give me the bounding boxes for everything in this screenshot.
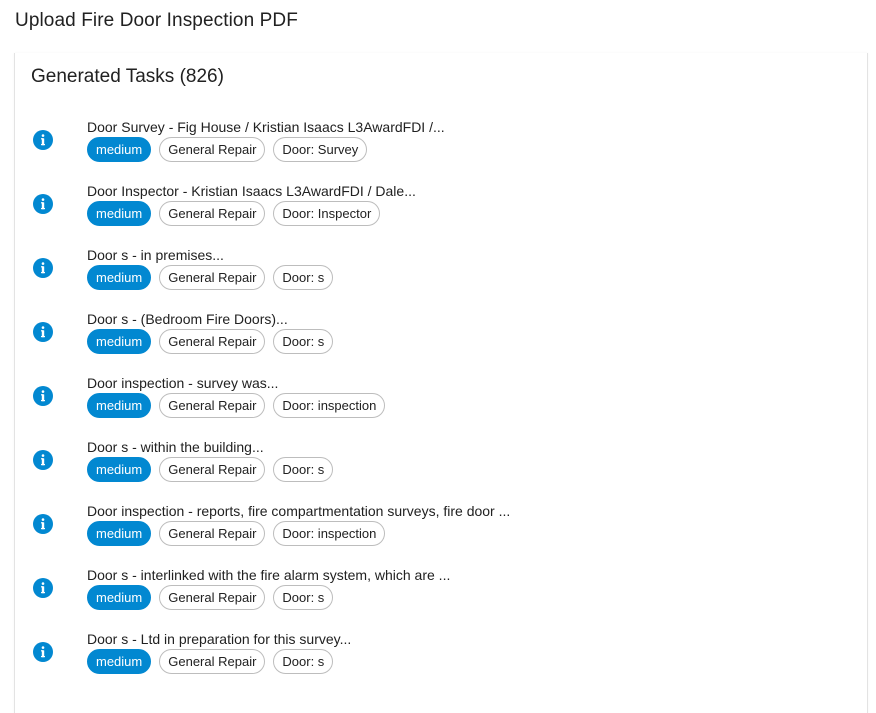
category-chip: General Repair <box>159 649 266 674</box>
priority-chip: medium <box>87 585 152 610</box>
category-chip: General Repair <box>159 137 266 162</box>
task-title: Door inspection - reports, fire compartm… <box>87 503 511 519</box>
door-chip: Door: s <box>273 585 334 610</box>
task-list: Door Survey - Fig House / Kristian Isaac… <box>15 111 867 687</box>
page-header: Upload Fire Door Inspection PDF <box>0 0 876 44</box>
card-title: Generated Tasks (826) <box>31 66 224 87</box>
priority-chip: medium <box>87 457 152 482</box>
task-chips: medium General Repair Door: s <box>87 457 334 482</box>
task-chips: medium General Repair Door: s <box>87 649 334 674</box>
task-list-item[interactable]: Door inspection - reports, fire compartm… <box>15 495 867 559</box>
task-chips: medium General Repair Door: Survey <box>87 137 368 162</box>
task-list-item[interactable]: Door s - (Bedroom Fire Doors)... medium Ge… <box>15 303 867 367</box>
info-icon[interactable] <box>33 578 53 598</box>
category-chip: General Repair <box>159 585 266 610</box>
category-chip: General Repair <box>159 393 266 418</box>
info-icon[interactable] <box>33 450 53 470</box>
task-title: Door s - interlinked with the fire alarm… <box>87 567 451 583</box>
task-list-item[interactable]: Door inspection - survey was... medium Gen… <box>15 367 867 431</box>
task-list-item[interactable]: Door Inspector - Kristian Isaacs L3Award… <box>15 175 867 239</box>
task-title: Door s - (Bedroom Fire Doors)... <box>87 311 288 327</box>
door-chip: Door: inspection <box>273 521 386 546</box>
task-chips: medium General Repair Door: inspection <box>87 521 386 546</box>
task-chips: medium General Repair Door: Inspector <box>87 201 381 226</box>
info-icon[interactable] <box>33 194 53 214</box>
info-icon[interactable] <box>33 130 53 150</box>
category-chip: General Repair <box>159 201 266 226</box>
task-list-item[interactable]: Door Survey - Fig House / Kristian Isaac… <box>15 111 867 175</box>
task-chips: medium General Repair Door: s <box>87 265 334 290</box>
door-chip: Door: s <box>273 265 334 290</box>
door-chip: Door: inspection <box>273 393 386 418</box>
door-chip: Door: Inspector <box>273 201 381 226</box>
task-title: Door s - Ltd in preparation for this sur… <box>87 631 352 647</box>
door-chip: Door: s <box>273 649 334 674</box>
door-chip: Door: Survey <box>273 137 368 162</box>
task-list-item[interactable]: Door s - in premises... medium General Rep… <box>15 239 867 303</box>
task-chips: medium General Repair Door: s <box>87 329 334 354</box>
priority-chip: medium <box>87 137 152 162</box>
task-list-item[interactable]: Door s - within the building... medium Gen… <box>15 431 867 495</box>
category-chip: General Repair <box>159 265 266 290</box>
category-chip: General Repair <box>159 457 266 482</box>
generated-tasks-card: Generated Tasks (826) Door Survey - Fig … <box>14 53 868 713</box>
page-title: Upload Fire Door Inspection PDF <box>15 10 298 31</box>
task-title: Door Survey - Fig House / Kristian Isaac… <box>87 119 445 135</box>
task-chips: medium General Repair Door: inspection <box>87 393 386 418</box>
door-chip: Door: s <box>273 457 334 482</box>
info-icon[interactable] <box>33 258 53 278</box>
task-title: Door Inspector - Kristian Isaacs L3Award… <box>87 183 416 199</box>
info-icon[interactable] <box>33 322 53 342</box>
door-chip: Door: s <box>273 329 334 354</box>
priority-chip: medium <box>87 521 152 546</box>
task-list-item[interactable]: Door s - Ltd in preparation for this sur… <box>15 623 867 687</box>
task-list-item[interactable]: Door s - interlinked with the fire alarm… <box>15 559 867 623</box>
priority-chip: medium <box>87 393 152 418</box>
task-title: Door s - within the building... <box>87 439 264 455</box>
info-icon[interactable] <box>33 642 53 662</box>
info-icon[interactable] <box>33 386 53 406</box>
task-title: Door s - in premises... <box>87 247 224 263</box>
priority-chip: medium <box>87 649 152 674</box>
priority-chip: medium <box>87 201 152 226</box>
priority-chip: medium <box>87 329 152 354</box>
priority-chip: medium <box>87 265 152 290</box>
task-chips: medium General Repair Door: s <box>87 585 334 610</box>
category-chip: General Repair <box>159 521 266 546</box>
info-icon[interactable] <box>33 514 53 534</box>
task-title: Door inspection - survey was... <box>87 375 279 391</box>
category-chip: General Repair <box>159 329 266 354</box>
